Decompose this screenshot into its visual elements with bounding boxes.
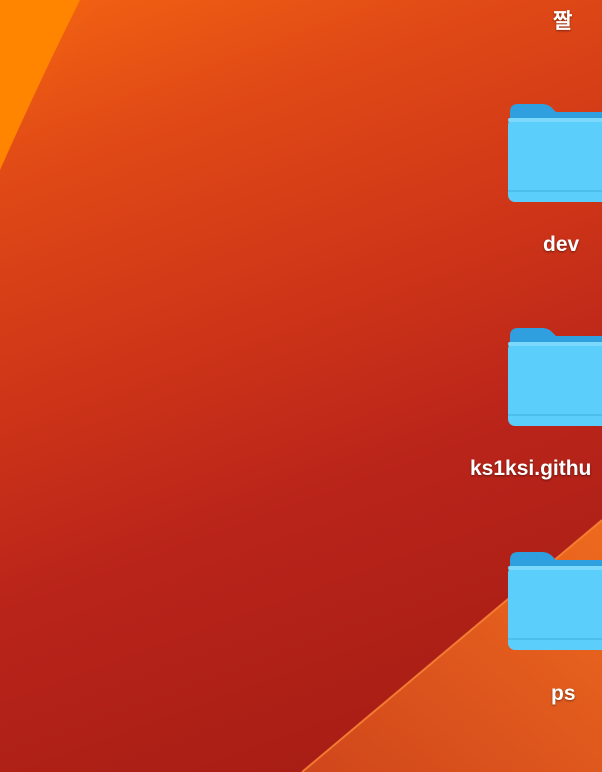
desktop[interactable]: 짤 dev ks1ksi.githu ps bbox=[0, 0, 602, 772]
folder-icon[interactable] bbox=[506, 326, 602, 426]
desktop-item-label-ps[interactable]: ps bbox=[551, 682, 576, 706]
desktop-item-label-jjal[interactable]: 짤 bbox=[553, 10, 572, 34]
desktop-item-label-ks1ksi-github[interactable]: ks1ksi.githu bbox=[470, 457, 591, 481]
folder-icon[interactable] bbox=[506, 550, 602, 650]
desktop-item-label-dev[interactable]: dev bbox=[543, 233, 579, 257]
folder-icon[interactable] bbox=[506, 102, 602, 202]
